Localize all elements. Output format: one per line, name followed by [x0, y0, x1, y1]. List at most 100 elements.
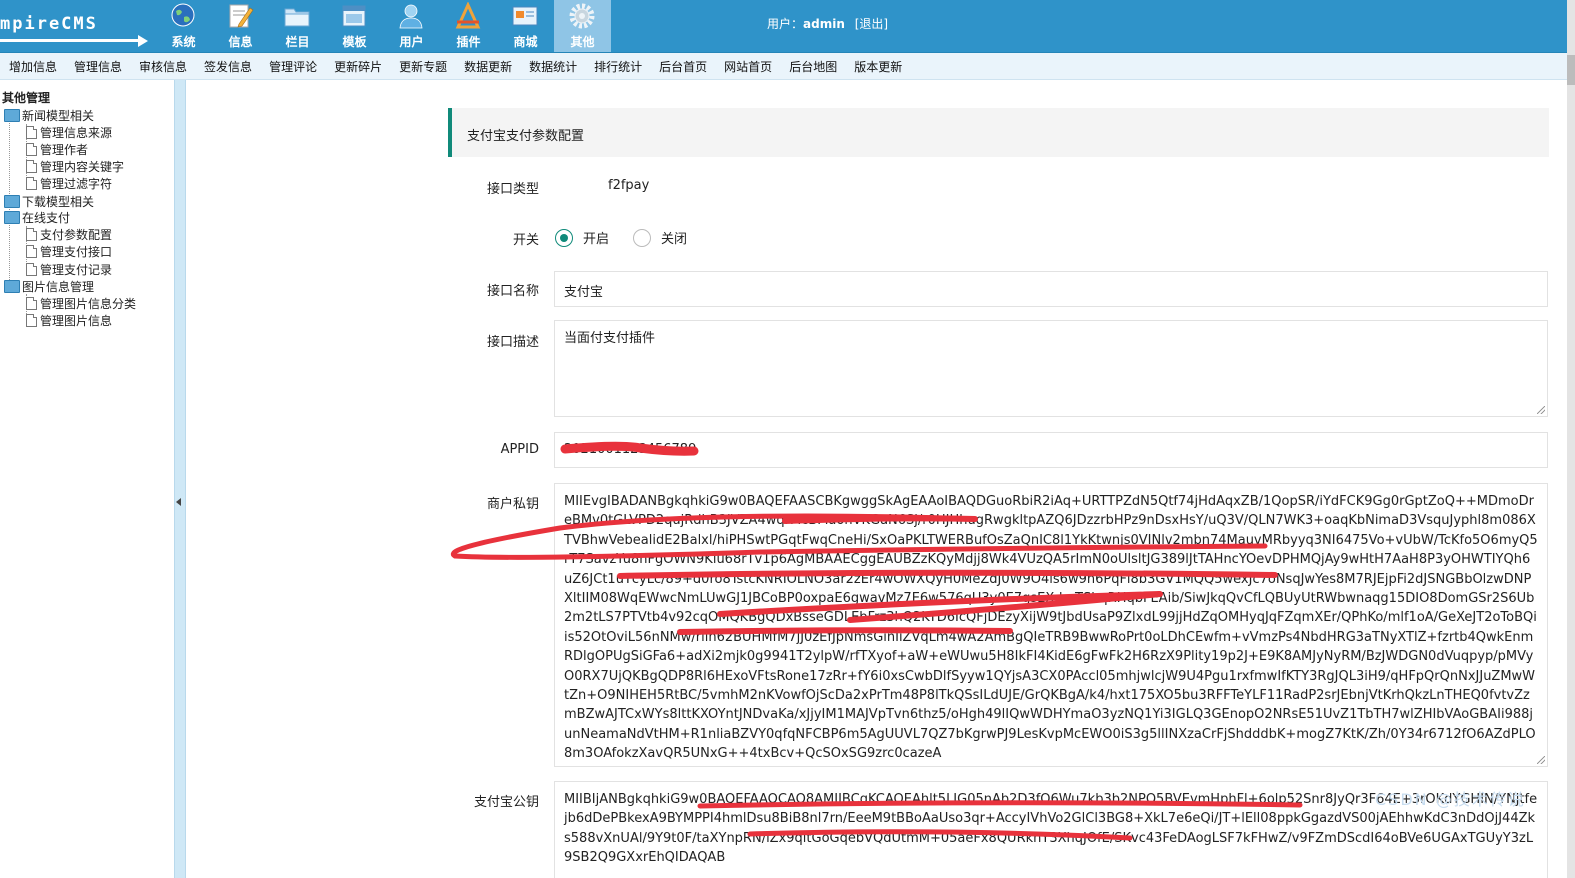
tree-item-filter-chars[interactable]: 管理过滤字符: [26, 175, 112, 192]
logo-text: mpireCMS: [0, 14, 98, 34]
radio-unchecked-icon: [633, 228, 651, 247]
interface-type-label: 接口类型: [486, 182, 539, 197]
collapse-arrow-icon[interactable]: [176, 498, 181, 506]
module-system[interactable]: 系统: [155, 0, 212, 52]
shop-card-icon: [512, 6, 538, 26]
interface-desc-label: 接口描述: [486, 335, 539, 350]
tree-item-payment-interfaces[interactable]: 管理支付接口: [26, 243, 112, 260]
gear-icon: [569, 3, 595, 29]
tree-item-keywords[interactable]: 管理内容关键字: [26, 158, 124, 175]
nav-add-info[interactable]: 增加信息: [0, 58, 65, 75]
quick-nav: 增加信息 管理信息 审核信息 签发信息 管理评论 更新碎片 更新专题 数据更新 …: [0, 53, 1567, 80]
module-shop[interactable]: 商城: [497, 0, 554, 52]
nav-data-update[interactable]: 数据更新: [455, 58, 520, 75]
switch-label: 开关: [512, 233, 539, 248]
folder-icon: [4, 280, 20, 293]
sidebar-tree: 其他管理 新闻模型相关 管理信息来源 管理作者 管理内容关键字 管理过滤字符 下…: [0, 80, 174, 878]
module-column[interactable]: 栏目: [269, 0, 326, 52]
nav-update-topics[interactable]: 更新专题: [390, 58, 455, 75]
module-label: 其他: [570, 35, 595, 49]
module-label: 模板: [342, 35, 367, 49]
document-icon: [26, 160, 37, 173]
module-label: 插件: [456, 35, 481, 49]
tree-item-payment-config[interactable]: 支付参数配置: [26, 226, 112, 243]
sidebar-splitter[interactable]: [174, 80, 186, 878]
nav-review-info[interactable]: 审核信息: [130, 58, 195, 75]
pencil-note-icon: [229, 4, 254, 28]
tools-icon: [455, 2, 481, 29]
interface-desc-textarea[interactable]: 当面付支付插件: [554, 320, 1548, 417]
module-label: 栏目: [285, 35, 310, 49]
tree-item-image-info[interactable]: 管理图片信息: [26, 312, 112, 329]
private-key-label: 商户私钥: [486, 497, 539, 512]
nav-manage-comments[interactable]: 管理评论: [260, 58, 325, 75]
logout-link[interactable]: [退出]: [855, 17, 888, 31]
nav-site-home[interactable]: 网站首页: [715, 58, 780, 75]
user-prefix: 用户：: [767, 17, 804, 31]
radio-checked-icon: [555, 228, 573, 247]
module-nav: 系统 信息 栏目 模板 用户 插件 商城 其他: [155, 0, 611, 52]
appid-input[interactable]: 2021001123456789: [554, 432, 1548, 468]
module-template[interactable]: 模板: [326, 0, 383, 52]
document-icon: [26, 297, 37, 310]
module-plugin[interactable]: 插件: [440, 0, 497, 52]
module-label: 用户: [399, 35, 424, 49]
folder-icon: [4, 195, 20, 208]
document-icon: [26, 314, 37, 327]
nav-ranking-stats[interactable]: 排行统计: [585, 58, 650, 75]
tree-group-download-model[interactable]: 下载模型相关: [4, 193, 94, 210]
tree-item-image-categories[interactable]: 管理图片信息分类: [26, 295, 136, 312]
user-info: 用户：admin [退出]: [767, 15, 888, 32]
private-key-text: MIIEvgIBADANBgkqhkiG9w0BAQEFAASCBKgwggSk…: [564, 494, 1538, 762]
appid-label: APPID: [500, 442, 539, 457]
section-header: 支付宝支付参数配置: [448, 108, 1549, 157]
tree-root-title[interactable]: 其他管理: [2, 89, 50, 106]
watermark: CSDN @技术传说: [1375, 790, 1526, 809]
switch-on-radio[interactable]: 开启: [555, 228, 609, 247]
nav-update-fragments[interactable]: 更新碎片: [325, 58, 390, 75]
user-icon: [399, 4, 423, 29]
module-label: 系统: [171, 35, 196, 49]
tree-item-info-source[interactable]: 管理信息来源: [26, 124, 112, 141]
username: admin: [803, 17, 845, 31]
interface-type-value: f2fpay: [608, 178, 650, 193]
interface-name-label: 接口名称: [486, 284, 539, 299]
nav-manage-info[interactable]: 管理信息: [65, 58, 130, 75]
empirecms-logo[interactable]: mpireCMS: [0, 6, 150, 47]
resize-grip-icon[interactable]: [1537, 406, 1545, 414]
resize-grip-icon[interactable]: [1537, 756, 1545, 764]
document-icon: [26, 126, 37, 139]
module-info[interactable]: 信息: [212, 0, 269, 52]
folder-icon: [4, 211, 20, 224]
tree-group-online-payment[interactable]: 在线支付: [4, 209, 70, 226]
nav-admin-map[interactable]: 后台地图: [780, 58, 845, 75]
nav-data-stats[interactable]: 数据统计: [520, 58, 585, 75]
window-icon: [342, 5, 366, 27]
globe-icon: [171, 3, 195, 27]
module-other[interactable]: 其他: [554, 0, 611, 52]
page-scrollbar[interactable]: [1567, 0, 1575, 878]
nav-admin-home[interactable]: 后台首页: [650, 58, 715, 75]
folder-icon: [284, 8, 310, 27]
module-user[interactable]: 用户: [383, 0, 440, 52]
document-icon: [26, 245, 37, 258]
section-title: 支付宝支付参数配置: [467, 129, 585, 144]
document-icon: [26, 263, 37, 276]
document-icon: [26, 143, 37, 156]
tree-group-image-info[interactable]: 图片信息管理: [4, 278, 94, 295]
document-icon: [26, 228, 37, 241]
module-label: 信息: [228, 35, 253, 49]
tree-item-authors[interactable]: 管理作者: [26, 141, 88, 158]
nav-version-update[interactable]: 版本更新: [845, 58, 910, 75]
private-key-textarea[interactable]: MIIEvgIBADANBgkqhkiG9w0BAQEFAASCBKgwggSk…: [554, 483, 1548, 767]
top-header: mpireCMS 系统 信息 栏目 模板 用户 插件 商城 其他 用户：admi…: [0, 0, 1575, 53]
module-label: 商城: [513, 35, 538, 49]
interface-desc-text: 当面付支付插件: [564, 331, 656, 346]
tree-group-news-model[interactable]: 新闻模型相关: [4, 107, 94, 124]
tree-item-payment-records[interactable]: 管理支付记录: [26, 261, 112, 278]
switch-off-radio[interactable]: 关闭: [633, 228, 687, 247]
folder-icon: [4, 109, 20, 122]
interface-name-input[interactable]: 支付宝: [554, 271, 1548, 307]
nav-sign-info[interactable]: 签发信息: [195, 58, 260, 75]
public-key-label: 支付宝公钥: [473, 795, 539, 810]
